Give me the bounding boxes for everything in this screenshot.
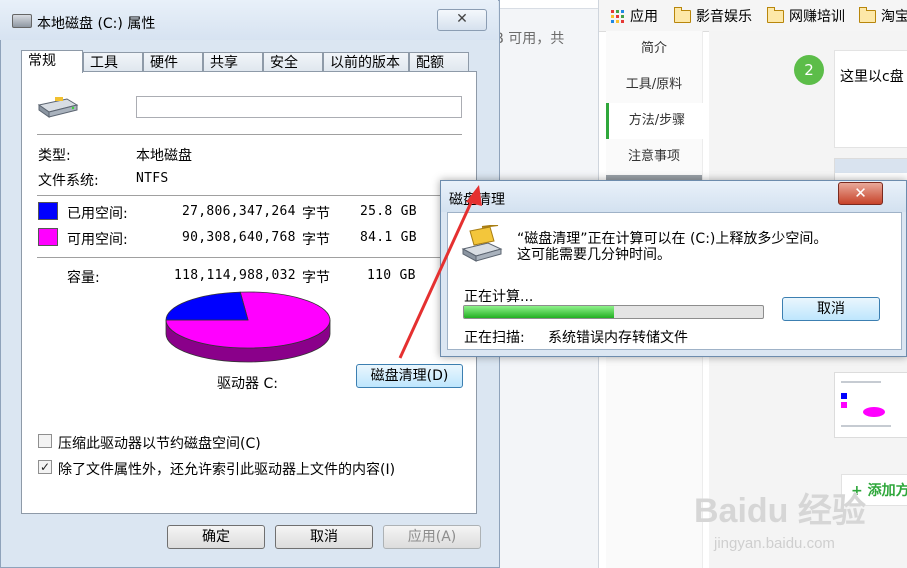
annotation-arrow [398,185,482,359]
tab-general[interactable]: 常规 [21,50,83,73]
annotation-arrow-head [466,185,482,206]
annotation-arrow-line [398,195,476,359]
